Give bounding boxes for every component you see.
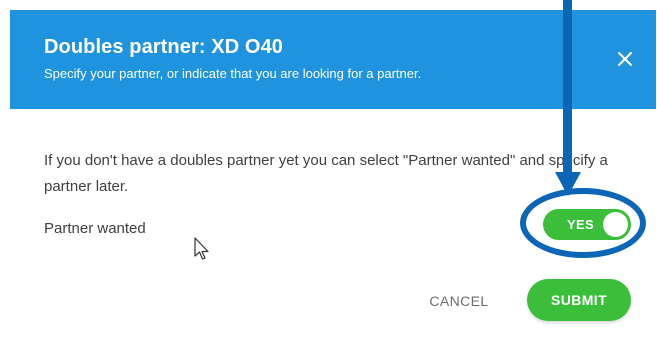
toggle-knob <box>603 212 628 237</box>
dialog-description: If you don't have a doubles partner yet … <box>44 152 608 195</box>
mouse-pointer-icon <box>194 237 209 260</box>
submit-button[interactable]: SUBMIT <box>527 279 631 321</box>
dialog-subtitle: Specify your partner, or indicate that y… <box>44 66 422 81</box>
dialog-header: Doubles partner: XD O40 Specify your par… <box>10 10 656 109</box>
partner-wanted-toggle[interactable]: YES <box>543 209 631 240</box>
toggle-state-label: YES <box>567 217 594 232</box>
cancel-button[interactable]: CANCEL <box>420 286 498 316</box>
partner-wanted-label: Partner wanted <box>44 220 146 237</box>
close-button[interactable] <box>614 48 636 70</box>
page: Doubles partner: XD O40 Specify your par… <box>0 0 657 353</box>
close-icon <box>617 51 633 67</box>
dialog-title: Doubles partner: XD O40 <box>44 36 284 58</box>
